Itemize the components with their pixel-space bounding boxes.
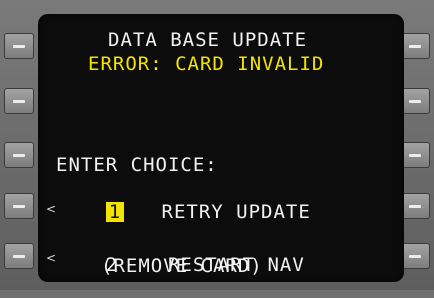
lsk-left-5[interactable] xyxy=(4,243,34,269)
lsk-right-4[interactable] xyxy=(400,193,430,219)
option-1-label: RETRY UPDATE xyxy=(161,201,311,223)
lsk-right-1[interactable] xyxy=(400,33,430,59)
caret-left-icon: < xyxy=(46,202,57,216)
dash-bar-icon xyxy=(13,255,25,258)
dash-bar-icon xyxy=(13,154,25,157)
lsk-left-1[interactable] xyxy=(4,33,34,59)
option-1-number: 1 xyxy=(105,202,125,222)
dash-bar-icon xyxy=(409,45,421,48)
lsk-left-2[interactable] xyxy=(4,88,34,114)
lsk-left-3[interactable] xyxy=(4,142,34,168)
option-2-sublabel: (REMOVE CARD) xyxy=(101,255,263,277)
dash-bar-icon xyxy=(13,45,25,48)
dash-bar-icon xyxy=(409,205,421,208)
choice-prompt: ENTER CHOICE: xyxy=(56,154,218,176)
page-title: DATA BASE UPDATE xyxy=(108,29,308,51)
caret-left-icon: < xyxy=(46,251,57,265)
lsk-right-2[interactable] xyxy=(400,88,430,114)
dash-bar-icon xyxy=(13,205,25,208)
dash-bar-icon xyxy=(409,154,421,157)
lsk-left-4[interactable] xyxy=(4,193,34,219)
lsk-right-3[interactable] xyxy=(400,142,430,168)
cdu-bezel: DATA BASE UPDATE ERROR: CARD INVALID ENT… xyxy=(0,0,434,290)
dash-bar-icon xyxy=(13,100,25,103)
lsk-right-5[interactable] xyxy=(400,243,430,269)
dash-bar-icon xyxy=(409,100,421,103)
dash-bar-icon xyxy=(409,255,421,258)
error-message: ERROR: CARD INVALID xyxy=(88,53,325,75)
